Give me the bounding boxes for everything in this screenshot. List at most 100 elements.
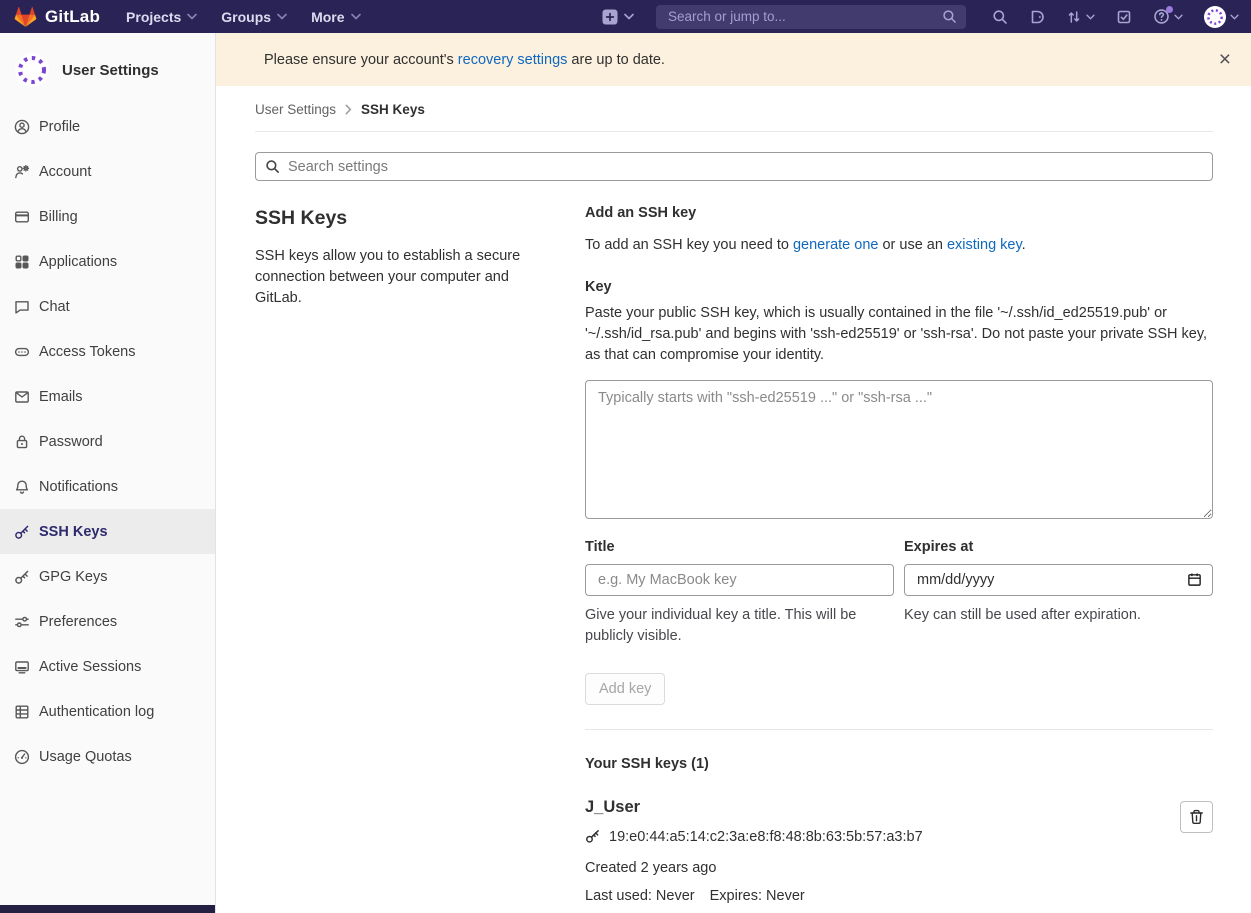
chevron-down-icon	[624, 13, 634, 20]
chevron-down-icon	[187, 13, 197, 20]
expires-field-label: Expires at	[904, 539, 1213, 555]
gpg-keys-icon	[14, 569, 30, 585]
settings-sidebar: User Settings Profile Account Billing Ap…	[0, 33, 216, 913]
expires-field-help: Key can still be used after expiration.	[904, 605, 1213, 626]
ssh-key-created: Created 2 years ago	[585, 860, 1169, 876]
profile-icon	[14, 119, 30, 135]
new-menu-button[interactable]	[602, 9, 634, 25]
avatar	[14, 52, 50, 88]
sidebar-item-emails[interactable]: Emails	[0, 374, 215, 419]
sidebar-item-gpg-keys[interactable]: GPG Keys	[0, 554, 215, 599]
add-key-button[interactable]: Add key	[585, 673, 665, 705]
issues-icon	[1029, 9, 1045, 25]
add-ssh-key-form: Add an SSH key To add an SSH key you nee…	[585, 205, 1213, 705]
navbar-icon-group	[992, 6, 1239, 28]
section-divider	[585, 729, 1213, 730]
plus-square-icon	[602, 9, 618, 25]
sidebar-item-active-sessions[interactable]: Active Sessions	[0, 644, 215, 689]
top-navbar: GitLab Projects Groups More	[0, 0, 1251, 33]
chevron-right-icon	[345, 104, 352, 115]
ssh-key-fingerprint: 19:e0:44:a5:14:c2:3a:e8:f8:48:8b:63:5b:5…	[609, 829, 923, 845]
chevron-down-icon	[1230, 14, 1239, 20]
breadcrumb-user-settings[interactable]: User Settings	[255, 102, 336, 117]
ssh-key-textarea[interactable]	[585, 380, 1213, 519]
settings-search-input[interactable]	[255, 152, 1213, 181]
search-icon	[265, 159, 280, 174]
page-title: SSH Keys	[255, 207, 531, 230]
main-content: User Settings SSH Keys SSH Keys SSH keys…	[217, 86, 1251, 913]
sidebar-item-password[interactable]: Password	[0, 419, 215, 464]
sidebar-item-account[interactable]: Account	[0, 149, 215, 194]
emails-icon	[14, 389, 30, 405]
sidebar-title: User Settings	[62, 62, 159, 79]
settings-search	[255, 152, 1213, 181]
authentication-log-icon	[14, 704, 30, 720]
breadcrumb-ssh-keys: SSH Keys	[361, 102, 425, 117]
chevron-down-icon	[1174, 14, 1183, 20]
notifications-icon	[14, 479, 30, 495]
usage-quotas-icon	[14, 749, 30, 765]
help-button[interactable]	[1153, 8, 1183, 25]
title-input[interactable]	[585, 564, 894, 596]
sidebar-item-preferences[interactable]: Preferences	[0, 599, 215, 644]
recovery-settings-link[interactable]: recovery settings	[458, 52, 568, 68]
merge-request-icon	[1066, 9, 1082, 25]
ssh-key-expires: Expires: Never	[710, 888, 805, 904]
billing-icon	[14, 209, 30, 225]
account-icon	[14, 164, 30, 180]
chevron-down-icon	[277, 13, 287, 20]
ssh-key-title: J_User	[585, 798, 1169, 817]
gitlab-logo[interactable]: GitLab	[14, 6, 100, 28]
trash-icon	[1189, 809, 1204, 825]
nav-menu-groups[interactable]: Groups	[221, 9, 287, 25]
global-search-input[interactable]	[656, 5, 966, 29]
notification-dot	[1166, 6, 1173, 13]
gitlab-tanuki-icon	[14, 6, 37, 28]
todos-icon	[1116, 9, 1132, 25]
sidebar-item-chat[interactable]: Chat	[0, 284, 215, 329]
title-field-label: Title	[585, 539, 894, 555]
ssh-keys-icon	[14, 524, 30, 540]
preferences-icon	[14, 614, 30, 630]
navbar-search-button[interactable]	[992, 9, 1008, 25]
issues-button[interactable]	[1029, 9, 1045, 25]
active-sessions-icon	[14, 659, 30, 675]
applications-icon	[14, 254, 30, 270]
avatar	[1204, 6, 1226, 28]
your-ssh-keys-heading: Your SSH keys (1)	[585, 756, 1213, 772]
sidebar-item-profile[interactable]: Profile	[0, 104, 215, 149]
existing-key-link[interactable]: existing key	[947, 237, 1022, 253]
recovery-settings-banner: Please ensure your account's recovery se…	[216, 33, 1251, 86]
user-menu-button[interactable]	[1204, 6, 1239, 28]
section-intro: SSH Keys SSH keys allow you to establish…	[255, 205, 531, 904]
sidebar-item-authentication-log[interactable]: Authentication log	[0, 689, 215, 734]
sidebar-item-billing[interactable]: Billing	[0, 194, 215, 239]
nav-menu-more[interactable]: More	[311, 9, 360, 25]
sidebar-item-notifications[interactable]: Notifications	[0, 464, 215, 509]
global-search	[656, 5, 966, 29]
ssh-key-list-item: J_User 19:e0:44:a5:14:c2:3a:e8:f8:48:8b:…	[585, 798, 1213, 904]
gitlab-logo-text: GitLab	[45, 7, 100, 27]
sidebar-item-access-tokens[interactable]: Access Tokens	[0, 329, 215, 374]
page-description: SSH keys allow you to establish a secure…	[255, 246, 531, 309]
sidebar-nav: Profile Account Billing Applications Cha…	[0, 104, 215, 779]
sidebar-item-applications[interactable]: Applications	[0, 239, 215, 284]
key-field-label: Key	[585, 279, 1213, 295]
sidebar-bottom-strip	[0, 905, 215, 913]
sidebar-header: User Settings	[0, 33, 215, 102]
chevron-down-icon	[1086, 14, 1095, 20]
add-key-heading: Add an SSH key	[585, 205, 1213, 221]
merge-requests-button[interactable]	[1066, 9, 1095, 25]
sidebar-item-ssh-keys[interactable]: SSH Keys	[0, 509, 215, 554]
calendar-icon[interactable]	[1187, 572, 1202, 587]
banner-close-button[interactable]: ×	[1213, 47, 1237, 72]
expires-date-input[interactable]	[904, 564, 1213, 596]
sidebar-item-usage-quotas[interactable]: Usage Quotas	[0, 734, 215, 779]
todos-button[interactable]	[1116, 9, 1132, 25]
key-field-help: Paste your public SSH key, which is usua…	[585, 303, 1213, 366]
chat-icon	[14, 299, 30, 315]
title-field: Title Give your individual key a title. …	[585, 539, 894, 647]
nav-menu-projects[interactable]: Projects	[126, 9, 197, 25]
generate-one-link[interactable]: generate one	[793, 237, 878, 253]
delete-key-button[interactable]	[1180, 801, 1213, 833]
